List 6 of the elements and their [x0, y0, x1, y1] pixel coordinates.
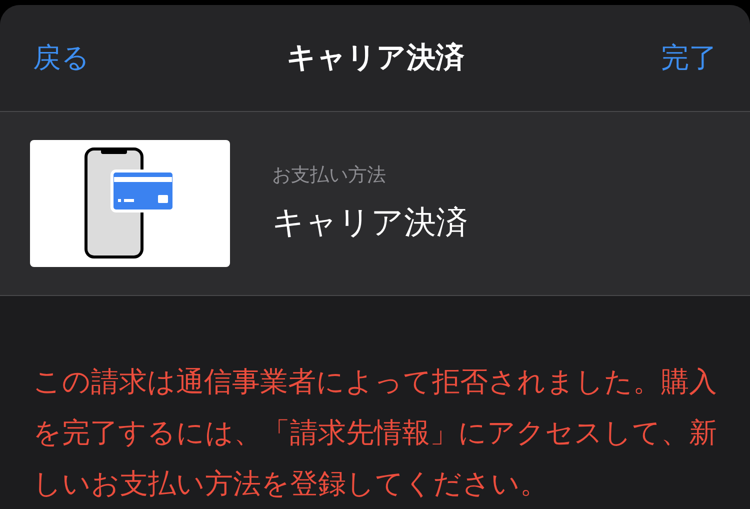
- done-button[interactable]: 完了: [661, 37, 717, 80]
- nav-title: キャリア決済: [286, 39, 464, 76]
- back-button[interactable]: 戻る: [33, 37, 90, 80]
- error-message: この請求は通信事業者によって拒否されました。購入を完了するには、「請求先情報」にアクセスして、新しいお支払い方法を登録してください。: [32, 364, 718, 502]
- payment-method-value: キャリア決済: [272, 202, 468, 243]
- payment-method-label: お支払い方法: [272, 163, 387, 188]
